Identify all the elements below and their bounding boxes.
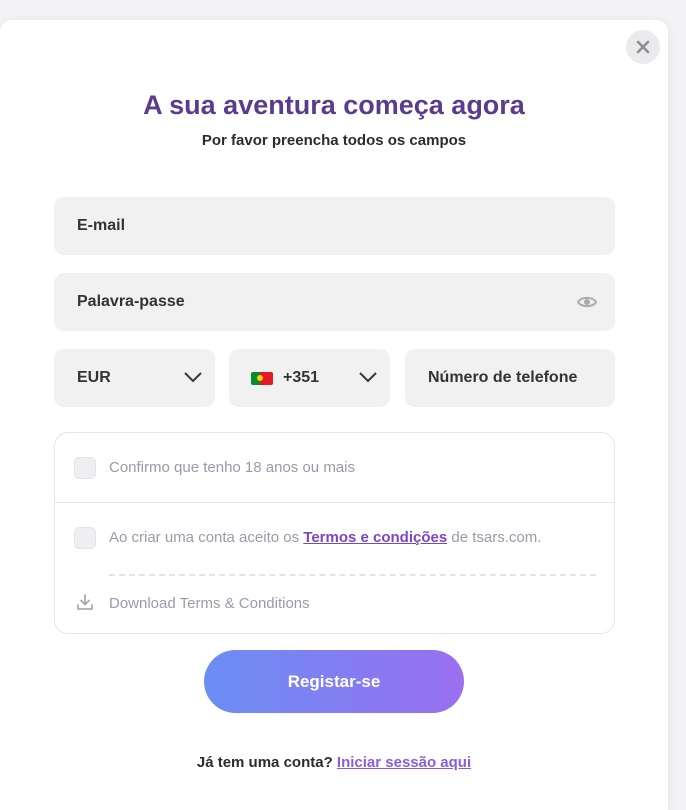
download-icon[interactable] (76, 593, 94, 611)
chevron-down-icon (184, 372, 202, 383)
close-button[interactable] (626, 30, 660, 64)
eye-icon[interactable] (577, 293, 597, 311)
login-link[interactable]: Iniciar sessão aqui (337, 754, 471, 771)
terms-link[interactable]: Termos e condições (303, 529, 447, 546)
accept-terms-suffix: de tsars.com. (447, 529, 542, 546)
accept-terms-prefix: Ao criar uma conta aceito os (109, 529, 304, 546)
currency-value: EUR (77, 369, 111, 386)
chevron-down-icon (359, 372, 377, 383)
age-confirm-label: Confirmo que tenho 18 anos ou mais (109, 459, 355, 476)
terms-box: Confirmo que tenho 18 anos ou mais Ao cr… (54, 432, 615, 634)
login-prompt: Já tem uma conta? Iniciar sessão aqui (0, 754, 668, 771)
currency-select[interactable]: EUR (54, 349, 215, 407)
email-field[interactable]: E-mail (54, 197, 615, 255)
accept-terms-label: Ao criar uma conta aceito os Termos e co… (109, 529, 541, 546)
modal-title: A sua aventura começa agora (143, 90, 525, 120)
portugal-flag-icon (251, 371, 273, 385)
password-label: Palavra-passe (77, 293, 185, 310)
phone-prefix-value: +351 (283, 369, 320, 386)
divider (109, 574, 596, 576)
close-icon (636, 40, 650, 54)
registration-modal: A sua aventura começa agora Por favor pr… (0, 20, 668, 810)
register-button[interactable]: Registar-se (204, 650, 464, 713)
phone-number-field[interactable]: Número de telefone (405, 349, 615, 407)
phone-prefix-select[interactable]: +351 (229, 349, 390, 407)
accept-terms-checkbox[interactable] (74, 527, 96, 549)
phone-number-label: Número de telefone (428, 369, 578, 386)
age-confirm-checkbox[interactable] (74, 457, 96, 479)
modal-subtitle: Por favor preencha todos os campos (201, 132, 467, 149)
password-field[interactable]: Palavra-passe (54, 273, 615, 331)
download-terms-link[interactable]: Download Terms & Conditions (109, 595, 310, 612)
login-prompt-text: Já tem uma conta? (196, 754, 337, 771)
email-label: E-mail (77, 217, 126, 234)
